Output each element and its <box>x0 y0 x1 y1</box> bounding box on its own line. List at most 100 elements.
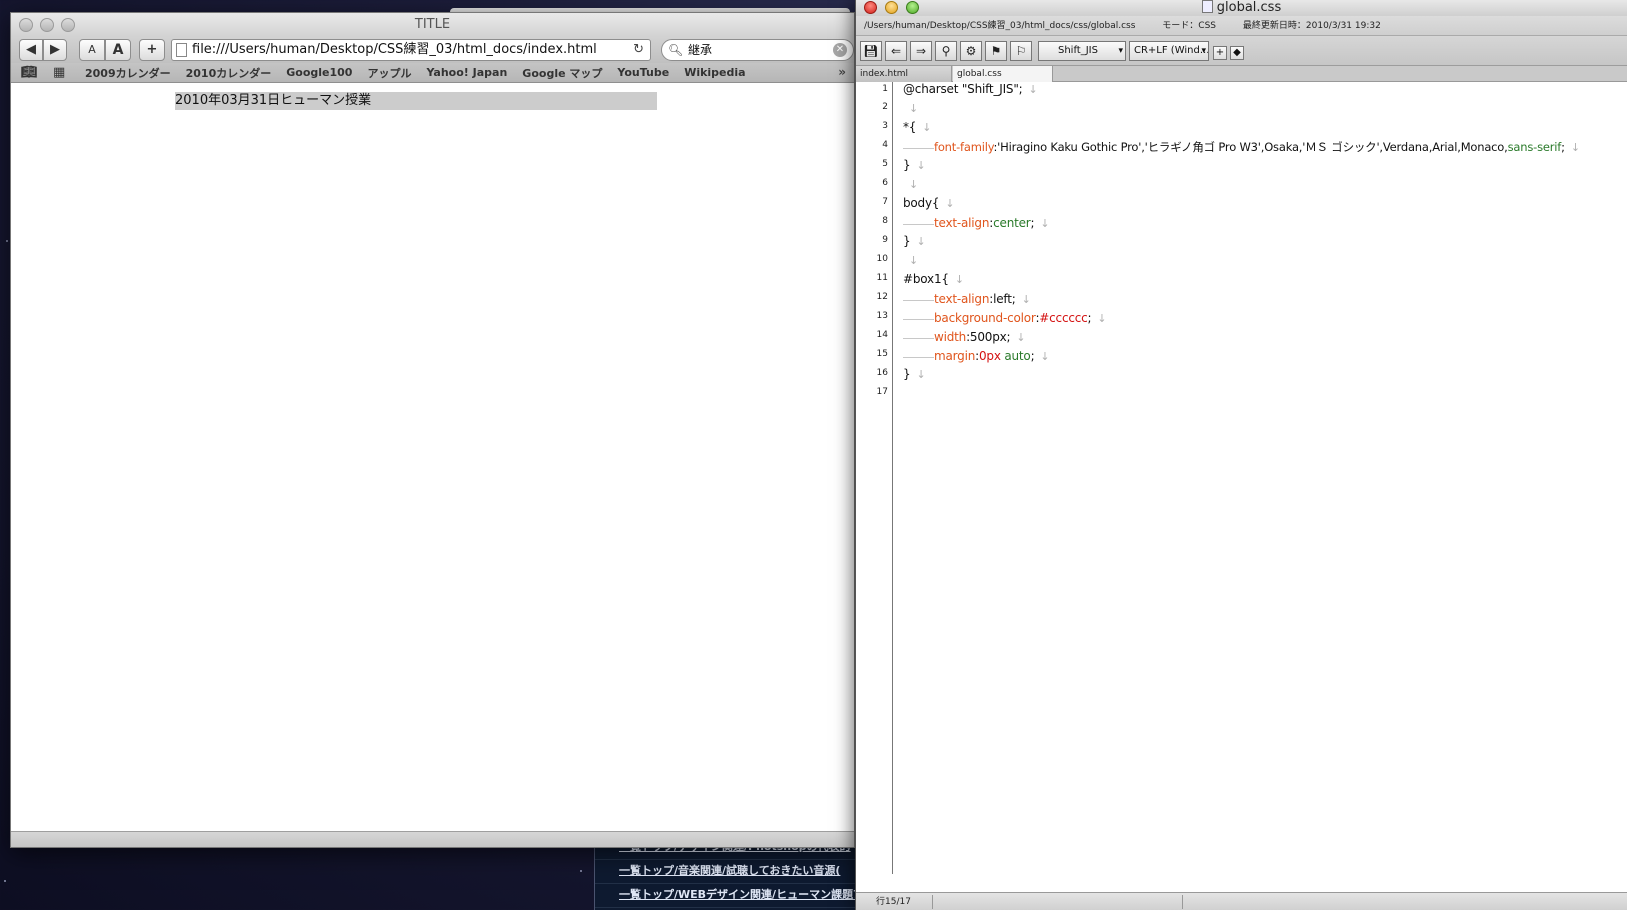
code-text: *{ <box>903 120 917 134</box>
background-link[interactable]: 一覧トップ/WEBデザイン関連/ヒューマン課題7 <box>595 884 856 908</box>
tab-marker <box>903 329 934 339</box>
line-number: 5 <box>882 159 888 169</box>
find-replace-button[interactable]: ⚙ <box>960 41 982 61</box>
line-number: 12 <box>876 292 888 302</box>
browser-window: TITLE ◀ ▶ A A + file:///Users/human/Desk… <box>10 12 855 848</box>
browser-toolbar: ◀ ▶ A A + file:///Users/human/Desktop/CS… <box>11 37 854 63</box>
window-controls <box>19 18 75 32</box>
undo-button[interactable]: ⇐ <box>885 41 907 61</box>
code-line: text-align:left; ↓ <box>903 291 1031 306</box>
address-bar[interactable]: file:///Users/human/Desktop/CSS練習_03/htm… <box>171 39 651 61</box>
newline-marker-icon: ↓ <box>1016 331 1026 344</box>
modified-date: 最終更新日時：2010/3/31 19:32 <box>1242 21 1381 31</box>
line-number: 9 <box>882 235 888 245</box>
code-text: ; <box>1030 349 1035 363</box>
editor-toolbar: 💾︎ ⇐ ⇒ ⚲ ⚙ ⚑ ⚐ Shift_JIS CR+LF (Wind... … <box>856 36 1627 66</box>
text-smaller-button[interactable]: A <box>79 39 105 61</box>
line-number: 16 <box>876 368 888 378</box>
bookmark-item[interactable]: Yahoo! Japan <box>426 66 507 79</box>
code-line: font-family:'Hiragino Kaku Gothic Pro','… <box>903 139 1580 155</box>
find-replace-icon: ⚙ <box>965 44 977 58</box>
forward-arrow-icon: ▶ <box>50 42 60 57</box>
newline-marker-icon: ↓ <box>916 235 926 248</box>
line-ending-select[interactable]: CR+LF (Wind... <box>1129 41 1209 61</box>
newline-marker-icon: ↓ <box>909 254 919 267</box>
line-position: 行15/17 <box>876 897 911 907</box>
editor-statusbar: 行15/17 <box>856 892 1627 910</box>
bookmark-item[interactable]: YouTube <box>617 66 669 79</box>
minimize-button[interactable] <box>885 1 898 14</box>
close-button[interactable] <box>19 18 33 32</box>
add-icon[interactable]: + <box>1213 46 1227 60</box>
browser-statusbar <box>11 831 854 847</box>
tab-marker <box>903 310 934 320</box>
tab-marker <box>903 291 934 301</box>
mode-label: モード：CSS <box>1162 21 1217 31</box>
zoom-button[interactable] <box>906 1 919 14</box>
code-line: ↓ <box>903 253 918 267</box>
css-value: :'Hiragino Kaku Gothic Pro','ヒラギノ角ゴ Pro … <box>993 140 1508 154</box>
status-divider <box>1182 895 1183 909</box>
diamond-icon[interactable]: ◆ <box>1230 46 1244 60</box>
search-input[interactable]: 🔍︎ 継承 ✕ <box>661 39 854 61</box>
forward-button[interactable]: ▶ <box>43 39 67 61</box>
close-button[interactable] <box>864 1 877 14</box>
code-line: } ↓ <box>903 367 926 381</box>
line-number: 1 <box>882 84 888 94</box>
code-line: *{↓ <box>903 120 931 134</box>
editor-titlebar[interactable]: global.css <box>856 0 1627 16</box>
bookmark-item[interactable]: Google100 <box>286 66 352 79</box>
code-line: } ↓ <box>903 158 926 172</box>
newline-marker-icon: ↓ <box>1028 83 1038 96</box>
bookmarks-overflow-icon[interactable]: » <box>838 65 846 79</box>
background-link[interactable]: 一覧トップ/音楽関連/試聴しておきたい音源( <box>595 860 856 884</box>
bookmark-item[interactable]: 2009カレンダー <box>85 65 171 81</box>
line-number: 4 <box>882 140 888 150</box>
css-value: :left; <box>989 292 1016 306</box>
editor-title: global.css <box>1216 0 1282 15</box>
tab-marker <box>903 348 934 358</box>
css-document-icon <box>1201 0 1213 13</box>
clear-search-icon[interactable]: ✕ <box>833 43 847 57</box>
find-previous-button[interactable]: ⚑ <box>985 41 1007 61</box>
bookmark-item[interactable]: アップル <box>367 65 411 81</box>
text-larger-button[interactable]: A <box>105 39 131 61</box>
encoding-select[interactable]: Shift_JIS <box>1038 41 1126 61</box>
reload-icon[interactable]: ↻ <box>633 40 644 60</box>
save-button[interactable]: 💾︎ <box>860 41 882 61</box>
css-property: width <box>934 330 967 344</box>
tab-index-html[interactable]: index.html <box>856 66 952 82</box>
code-editor[interactable]: 1 2 3 4 5 6 7 8 9 10 11 12 13 14 15 16 1… <box>856 82 1627 874</box>
css-value: :500px; <box>966 330 1011 344</box>
code-line: width:500px; ↓ <box>903 329 1026 344</box>
line-number: 10 <box>876 254 888 264</box>
newline-marker-icon: ↓ <box>1097 312 1107 325</box>
newline-marker-icon: ↓ <box>1040 350 1050 363</box>
back-button[interactable]: ◀ <box>19 39 43 61</box>
newline-marker-icon: ↓ <box>916 159 926 172</box>
find-button[interactable]: ⚲ <box>935 41 957 61</box>
bookmark-item[interactable]: Google マップ <box>522 65 602 81</box>
bookmark-item[interactable]: Wikipedia <box>684 66 745 79</box>
minimize-button[interactable] <box>40 18 54 32</box>
find-next-button[interactable]: ⚐ <box>1010 41 1032 61</box>
file-info-bar: /Users/human/Desktop/CSS練習_03/html_docs/… <box>856 16 1627 36</box>
browser-titlebar[interactable]: TITLE <box>11 13 854 37</box>
line-number: 2 <box>882 102 888 112</box>
zoom-button[interactable] <box>61 18 75 32</box>
code-text: } <box>903 234 911 248</box>
tab-marker <box>903 215 934 225</box>
box1-content: 2010年03月31日ヒューマン授業 <box>175 92 657 110</box>
tab-global-css[interactable]: global.css <box>953 66 1053 82</box>
redo-button[interactable]: ⇒ <box>910 41 932 61</box>
css-property: margin <box>934 349 976 363</box>
bookmarks-book-icon[interactable]: 📖︎ <box>21 65 43 80</box>
newline-marker-icon: ↓ <box>1570 141 1580 154</box>
page-icon <box>176 43 187 57</box>
code-text: body{ <box>903 196 940 210</box>
bookmark-item[interactable]: 2010カレンダー <box>186 65 272 81</box>
newline-marker-icon: ↓ <box>954 273 964 286</box>
redo-icon: ⇒ <box>915 44 927 58</box>
top-sites-grid-icon[interactable]: ▦ <box>53 65 75 80</box>
add-bookmark-button[interactable]: + <box>139 39 165 61</box>
